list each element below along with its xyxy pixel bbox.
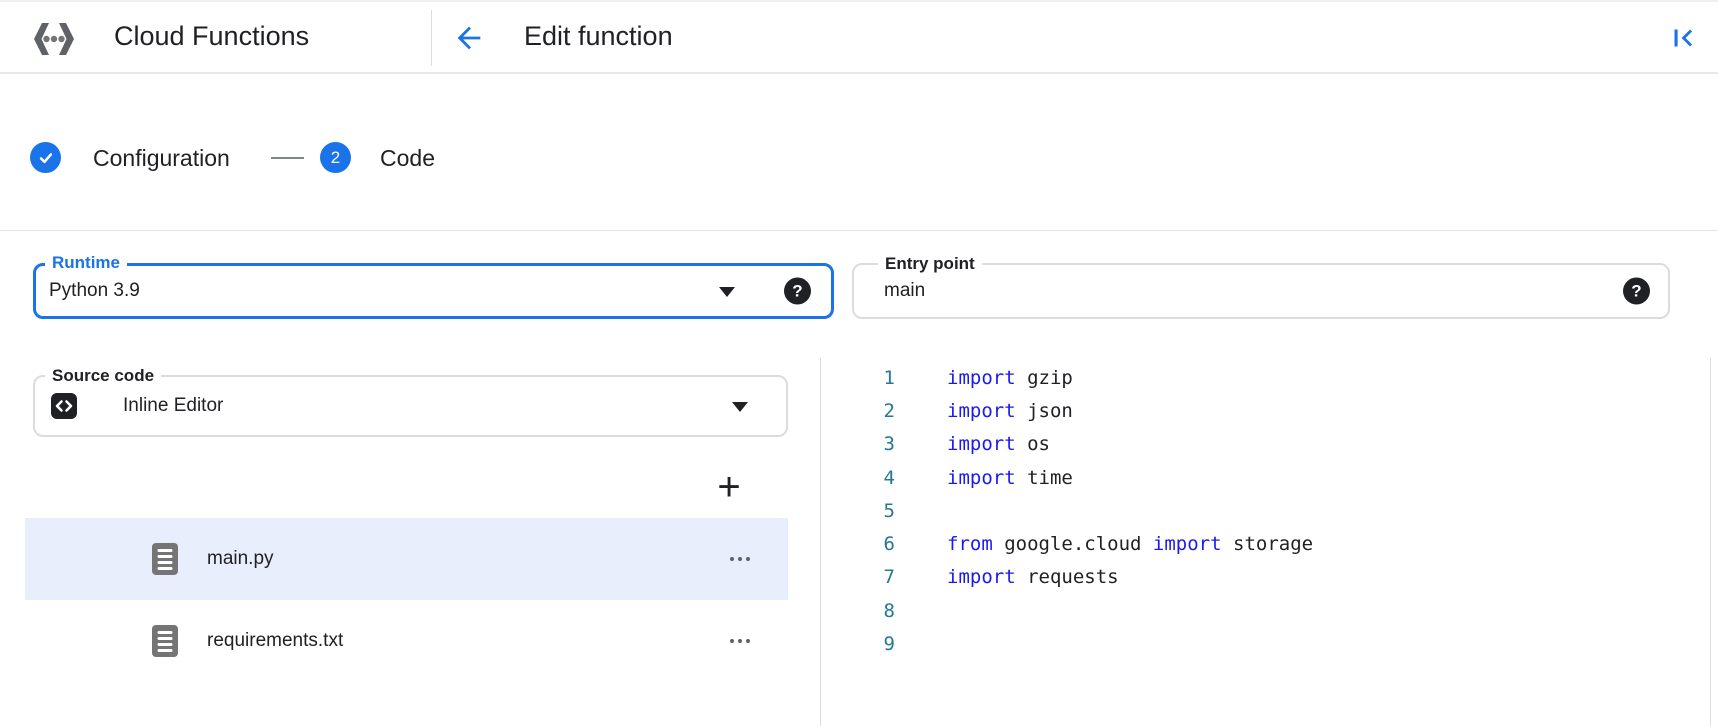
header-divider — [431, 10, 432, 66]
code-lines: 1import gzip2import json3import os4impor… — [821, 361, 1710, 661]
runtime-select[interactable]: Runtime Python 3.9 ? — [33, 263, 834, 319]
code-line-5[interactable]: 5 — [821, 494, 1710, 527]
app-title: Cloud Functions — [114, 21, 309, 52]
code-line-8[interactable]: 8 — [821, 594, 1710, 627]
file-more-menu-icon[interactable] — [724, 629, 756, 653]
code-editor[interactable]: 1import gzip2import json3import os4impor… — [820, 358, 1710, 726]
source-code-select[interactable]: Source code Inline Editor — [33, 375, 788, 437]
entry-point-field: Entry point ? — [852, 263, 1670, 319]
line-number: 7 — [821, 566, 895, 588]
collapse-left-icon — [1666, 21, 1700, 55]
code-text: import requests — [895, 566, 1119, 588]
line-number: 4 — [821, 467, 895, 489]
line-number: 9 — [821, 633, 895, 655]
code-line-3[interactable]: 3import os — [821, 428, 1710, 461]
file-name: main.py — [207, 548, 274, 570]
runtime-help-icon[interactable]: ? — [784, 278, 811, 305]
code-line-4[interactable]: 4import time — [821, 461, 1710, 494]
step-2-indicator[interactable]: 2 — [320, 142, 351, 173]
edit-function-page: Cloud Functions Edit function Configurat… — [0, 0, 1718, 726]
step-1-label[interactable]: Configuration — [93, 145, 230, 172]
line-number: 3 — [821, 433, 895, 455]
code-line-7[interactable]: 7import requests — [821, 561, 1710, 594]
back-button[interactable] — [452, 21, 486, 55]
line-number: 2 — [821, 400, 895, 422]
stepper: Configuration 2 Code — [0, 76, 1718, 231]
app-header: Cloud Functions Edit function — [0, 0, 1718, 74]
code-line-9[interactable]: 9 — [821, 627, 1710, 660]
code-text: import gzip — [895, 367, 1073, 389]
step-connector — [271, 157, 304, 159]
code-text: from google.cloud import storage — [895, 533, 1313, 555]
page-title: Edit function — [524, 21, 673, 52]
code-line-6[interactable]: 6from google.cloud import storage — [821, 527, 1710, 560]
line-number: 5 — [821, 500, 895, 522]
file-icon — [151, 624, 179, 658]
inline-editor-code-icon — [50, 392, 78, 420]
source-code-label: Source code — [45, 366, 161, 386]
runtime-value: Python 3.9 — [49, 280, 140, 302]
step-2-label[interactable]: Code — [380, 145, 435, 172]
chevron-down-icon — [719, 287, 735, 297]
editor-scrollbar-track — [1710, 358, 1711, 726]
check-icon — [37, 149, 55, 167]
cloud-functions-logo — [30, 15, 78, 63]
file-name: requirements.txt — [207, 630, 343, 652]
file-row-requirements.txt[interactable]: requirements.txt — [25, 600, 788, 682]
file-icon — [151, 542, 179, 576]
arrow-back-icon — [452, 21, 486, 55]
code-text: import os — [895, 433, 1050, 455]
runtime-label: Runtime — [45, 253, 127, 273]
code-line-2[interactable]: 2import json — [821, 394, 1710, 427]
code-text: import time — [895, 467, 1073, 489]
line-number: 1 — [821, 367, 895, 389]
step-1-indicator[interactable] — [30, 142, 61, 173]
source-code-value: Inline Editor — [123, 395, 223, 417]
code-text: import json — [895, 400, 1073, 422]
entry-point-input[interactable] — [884, 265, 1464, 317]
entry-point-help-icon[interactable]: ? — [1623, 278, 1650, 305]
file-more-menu-icon[interactable] — [724, 547, 756, 571]
collapse-panel-button[interactable] — [1666, 21, 1700, 55]
line-number: 6 — [821, 533, 895, 555]
add-file-button[interactable]: + — [704, 462, 754, 512]
file-row-main.py[interactable]: main.py — [25, 518, 788, 600]
file-list: main.py requirements.txt — [25, 518, 788, 682]
chevron-down-icon — [732, 402, 748, 412]
line-number: 8 — [821, 600, 895, 622]
code-line-1[interactable]: 1import gzip — [821, 361, 1710, 394]
